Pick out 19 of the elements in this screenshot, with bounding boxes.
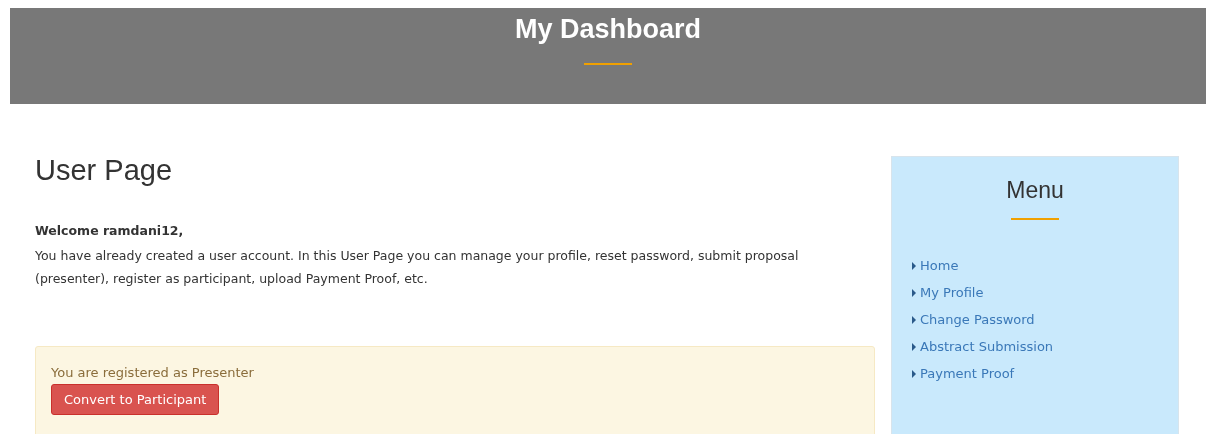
- accent-line: [1011, 218, 1059, 220]
- menu-link[interactable]: Abstract Submission: [920, 339, 1054, 354]
- caret-icon: [912, 342, 916, 351]
- alert-message: You are registered as Presenter: [51, 365, 255, 380]
- convert-button[interactable]: Convert to Participant: [51, 384, 220, 415]
- caret-icon: [912, 369, 916, 378]
- menu-link[interactable]: Home: [920, 258, 959, 273]
- welcome-text: Welcome ramdani12,: [35, 223, 185, 238]
- caret-icon: [912, 315, 916, 324]
- page-title: User Page: [35, 154, 173, 187]
- menu-link[interactable]: Payment Proof: [920, 366, 1015, 381]
- page-heading: My Dashboard: [514, 14, 701, 45]
- caret-icon: [912, 261, 916, 270]
- menu-title: Menu: [1005, 177, 1065, 204]
- menu-link[interactable]: Change Password: [920, 312, 1035, 327]
- accent-line: [584, 63, 632, 65]
- intro-paragraph: You have already created a user account. In this User Page you can manage your profile, reset password, submit proposal (presenter), register as participant, upload Payment Proof, etc.: [35, 247, 800, 288]
- menu-link[interactable]: My Profile: [920, 285, 984, 300]
- caret-icon: [912, 288, 916, 297]
